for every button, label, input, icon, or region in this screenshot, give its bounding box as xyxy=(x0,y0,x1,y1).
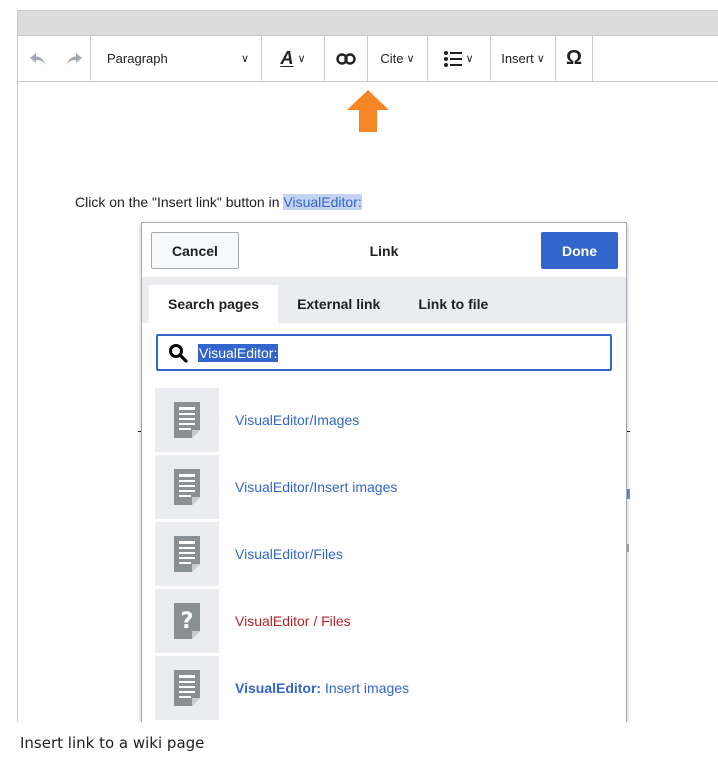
link-type-tabs: Search pages External link Link to file xyxy=(142,277,626,323)
style-group: A ∨ xyxy=(262,36,325,81)
background-text-fragment xyxy=(627,489,630,499)
page-thumbnail xyxy=(155,387,219,452)
result-title-text: VisualEditor/Insert images xyxy=(235,478,398,495)
result-title: VisualEditor/Images xyxy=(235,412,359,428)
search-result-item[interactable]: VisualEditor/Files xyxy=(155,520,615,587)
paragraph-format-label: Paragraph xyxy=(107,51,168,66)
page-thumbnail: ? xyxy=(155,588,219,653)
chevron-down-icon: ∨ xyxy=(297,53,306,65)
insert-label: Insert xyxy=(501,51,534,66)
article-icon xyxy=(174,468,200,505)
result-match-prefix: VisualEditor: xyxy=(235,679,322,696)
article-icon xyxy=(174,535,200,572)
chevron-down-icon: ∨ xyxy=(536,53,545,65)
background-text-fragment xyxy=(627,544,629,552)
search-input-value: VisualEditor: xyxy=(198,343,279,362)
list-group: ∨ xyxy=(428,36,491,81)
text-style-dropdown[interactable]: A ∨ xyxy=(262,36,324,81)
cite-dropdown[interactable]: Cite ∨ xyxy=(368,36,427,81)
tab-search-pages[interactable]: Search pages xyxy=(149,285,279,323)
search-result-item[interactable]: VisualEditor: Insert images xyxy=(155,654,615,721)
up-arrow-icon xyxy=(347,90,389,132)
redo-icon xyxy=(67,52,82,65)
undo-button[interactable] xyxy=(18,36,58,81)
insert-dropdown[interactable]: Insert ∨ xyxy=(491,36,555,81)
link-icon xyxy=(336,52,356,65)
page-thumbnail xyxy=(155,454,219,519)
bullet-list-icon xyxy=(444,50,463,67)
result-title-text: VisualEditor / Files xyxy=(235,612,351,629)
result-title-text: VisualEditor/Files xyxy=(235,545,343,562)
chevron-down-icon: ∨ xyxy=(465,53,474,65)
page-thumbnail xyxy=(155,655,219,720)
tab-external-link[interactable]: External link xyxy=(278,285,399,323)
search-icon xyxy=(169,343,188,363)
article-icon xyxy=(174,669,200,706)
format-group: Paragraph ∨ xyxy=(91,36,262,81)
history-group xyxy=(18,36,91,81)
list-dropdown[interactable]: ∨ xyxy=(428,36,490,81)
result-title: VisualEditor / Files xyxy=(235,613,351,629)
result-title: VisualEditor/Insert images xyxy=(235,479,397,495)
result-title-text: Insert images xyxy=(321,679,410,696)
dialog-header: Cancel Link Done xyxy=(142,223,626,277)
cite-label: Cite xyxy=(380,51,404,66)
selected-text: VisualEditor: xyxy=(283,194,362,210)
instruction-sentence: Click on the "Insert link" button in xyxy=(75,194,284,210)
search-result-item[interactable]: VisualEditor/Insert images xyxy=(155,453,615,520)
text-style-icon: A xyxy=(280,48,294,68)
insert-group: Insert ∨ xyxy=(491,36,556,81)
special-char-group: Ω xyxy=(556,36,593,81)
result-title: VisualEditor/Files xyxy=(235,546,343,562)
tab-link-to-file[interactable]: Link to file xyxy=(399,285,507,323)
svg-text:?: ? xyxy=(181,609,194,634)
link-group xyxy=(325,36,368,81)
special-character-button[interactable]: Ω xyxy=(556,36,592,81)
search-input[interactable]: VisualEditor: xyxy=(156,334,612,371)
search-result-item[interactable]: VisualEditor/Images xyxy=(155,386,615,453)
result-title: VisualEditor: Insert images xyxy=(235,680,409,696)
page-thumbnail xyxy=(155,521,219,586)
omega-icon: Ω xyxy=(565,47,583,69)
undo-icon xyxy=(30,52,45,65)
editor-top-bar xyxy=(18,11,718,36)
done-button[interactable]: Done xyxy=(541,232,618,269)
redo-button[interactable] xyxy=(58,36,90,81)
editor-frame: Paragraph ∨ A ∨ Cite ∨ ∨ Insert ∨ Ω Clic… xyxy=(17,10,718,722)
chevron-down-icon: ∨ xyxy=(240,53,249,65)
paragraph-format-dropdown[interactable]: Paragraph ∨ xyxy=(91,36,261,81)
figure-caption: Insert link to a wiki page xyxy=(20,734,205,752)
result-title-text: VisualEditor/Images xyxy=(235,411,360,428)
missing-page-icon: ? xyxy=(174,602,200,639)
article-icon xyxy=(174,401,200,438)
insert-link-button[interactable] xyxy=(325,36,367,81)
instruction-text: Click on the "Insert link" button in Vis… xyxy=(75,194,362,210)
cite-group: Cite ∨ xyxy=(368,36,428,81)
visualeditor-toolbar: Paragraph ∨ A ∨ Cite ∨ ∨ Insert ∨ Ω xyxy=(18,36,718,82)
chevron-down-icon: ∨ xyxy=(406,53,415,65)
link-dialog: Cancel Link Done Search pages External l… xyxy=(141,222,627,722)
search-result-item[interactable]: ? VisualEditor / Files xyxy=(155,587,615,654)
search-results-list: VisualEditor/Images VisualEditor/Insert … xyxy=(155,386,615,721)
